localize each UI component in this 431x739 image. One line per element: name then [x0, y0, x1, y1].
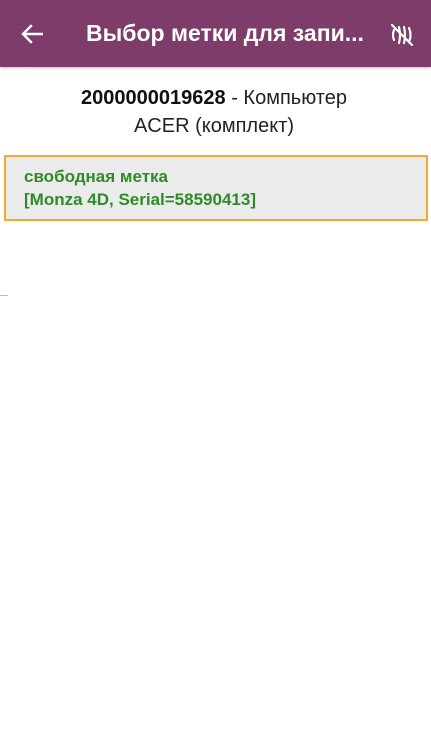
tag-info: [Monza 4D, Serial=58590413]	[24, 190, 256, 209]
tag-status: свободная метка	[24, 167, 168, 186]
product-header: 2000000019628 - Компьютер ACER (комплект…	[28, 70, 400, 148]
product-name-part2: ACER (комплект)	[133, 115, 295, 137]
tag-list-item[interactable]: свободная метка [Monza 4D, Serial=585904…	[4, 155, 428, 221]
nfc-off-icon	[390, 23, 414, 47]
app-bar: Выбор метки для запи...	[0, 0, 431, 67]
page-title: Выбор метки для запи...	[86, 20, 364, 46]
back-button[interactable]	[17, 19, 47, 49]
arrow-back-icon	[21, 24, 43, 44]
nfc-toggle-button[interactable]	[387, 20, 417, 50]
product-code: 2000000019628	[81, 87, 226, 109]
product-line-1: 2000000019628 - Компьютер	[28, 84, 400, 112]
product-name-part1: - Компьютер	[225, 87, 347, 109]
divider	[0, 295, 8, 296]
